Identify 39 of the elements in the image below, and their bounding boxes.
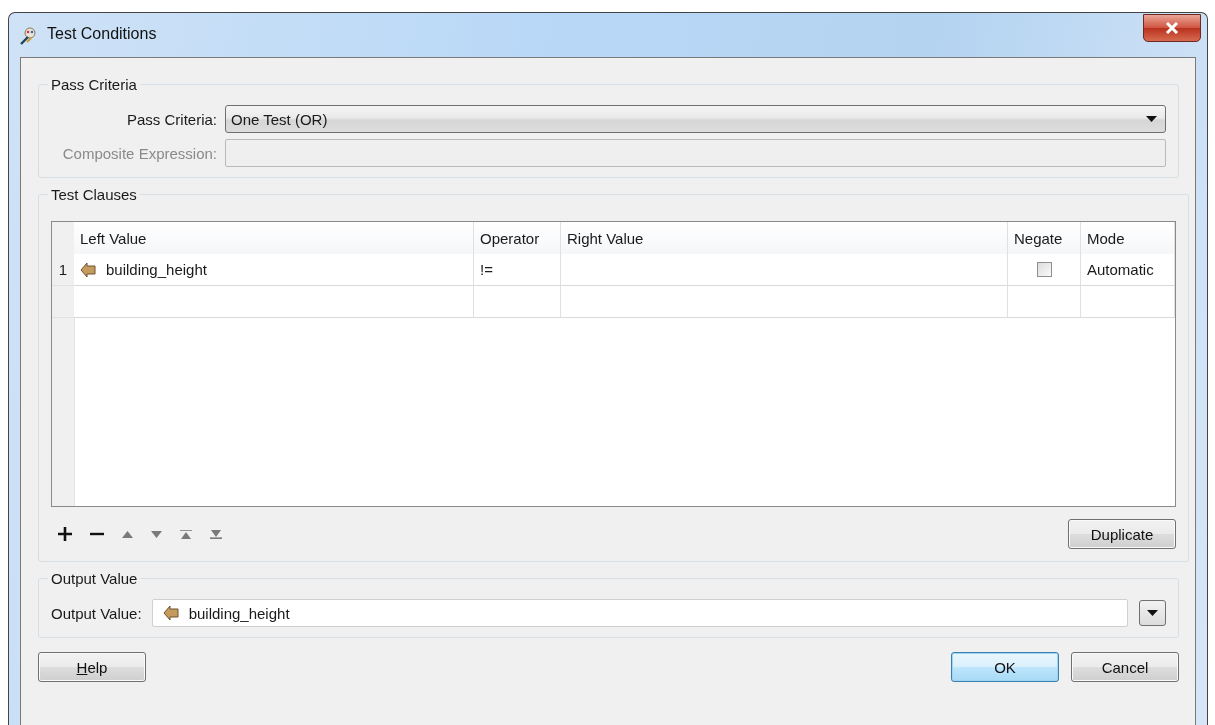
ok-button[interactable]: OK [951, 652, 1059, 682]
attribute-name: building_height [106, 261, 207, 278]
minus-icon [90, 532, 104, 536]
field-label: Composite Expression: [61, 144, 217, 162]
column-header[interactable]: Operator [474, 222, 561, 255]
wizard-icon [19, 26, 39, 46]
dropdown-arrow-icon [1147, 609, 1158, 617]
close-icon [1165, 22, 1179, 34]
table-cell: Automatic [1081, 254, 1175, 286]
column-header[interactable]: Right Value [561, 222, 1008, 255]
table-cell: != [474, 254, 561, 286]
plus-icon [58, 527, 72, 541]
row-number: 1 [52, 254, 74, 286]
help-button[interactable]: Help [38, 652, 146, 682]
field-label: Output Value: [51, 604, 142, 622]
group-title: Test Clauses [50, 186, 138, 203]
cancel-button[interactable]: Cancel [1071, 652, 1179, 682]
output-value-dropdown[interactable] [1139, 600, 1166, 626]
up-triangle-icon [122, 530, 133, 538]
group-title: Output Value [50, 570, 139, 587]
down-triangle-icon [151, 530, 162, 538]
move-bottom-icon [210, 529, 222, 539]
close-button[interactable] [1143, 14, 1201, 42]
field-label: Pass Criteria: [125, 110, 217, 128]
move-top-icon [180, 529, 192, 539]
dropdown-arrow-icon [1146, 115, 1157, 123]
attribute-arrow-icon [162, 605, 179, 621]
pass-criteria-dropdown[interactable]: One Test (OR) [225, 105, 1166, 133]
column-header[interactable]: Left Value [74, 222, 474, 255]
output-value-field[interactable]: building_height [151, 599, 1128, 627]
column-header[interactable]: Negate [1008, 222, 1081, 255]
window-title: Test Conditions [47, 25, 157, 43]
attribute-arrow-icon [80, 261, 96, 278]
composite-expression-field[interactable] [225, 139, 1166, 167]
attribute-name: building_height [188, 604, 290, 622]
duplicate-button[interactable]: Duplicate [1068, 519, 1176, 549]
column-header[interactable]: Mode [1081, 222, 1175, 255]
negate-checkbox[interactable] [1036, 262, 1052, 277]
group-title: Pass Criteria [50, 76, 138, 93]
